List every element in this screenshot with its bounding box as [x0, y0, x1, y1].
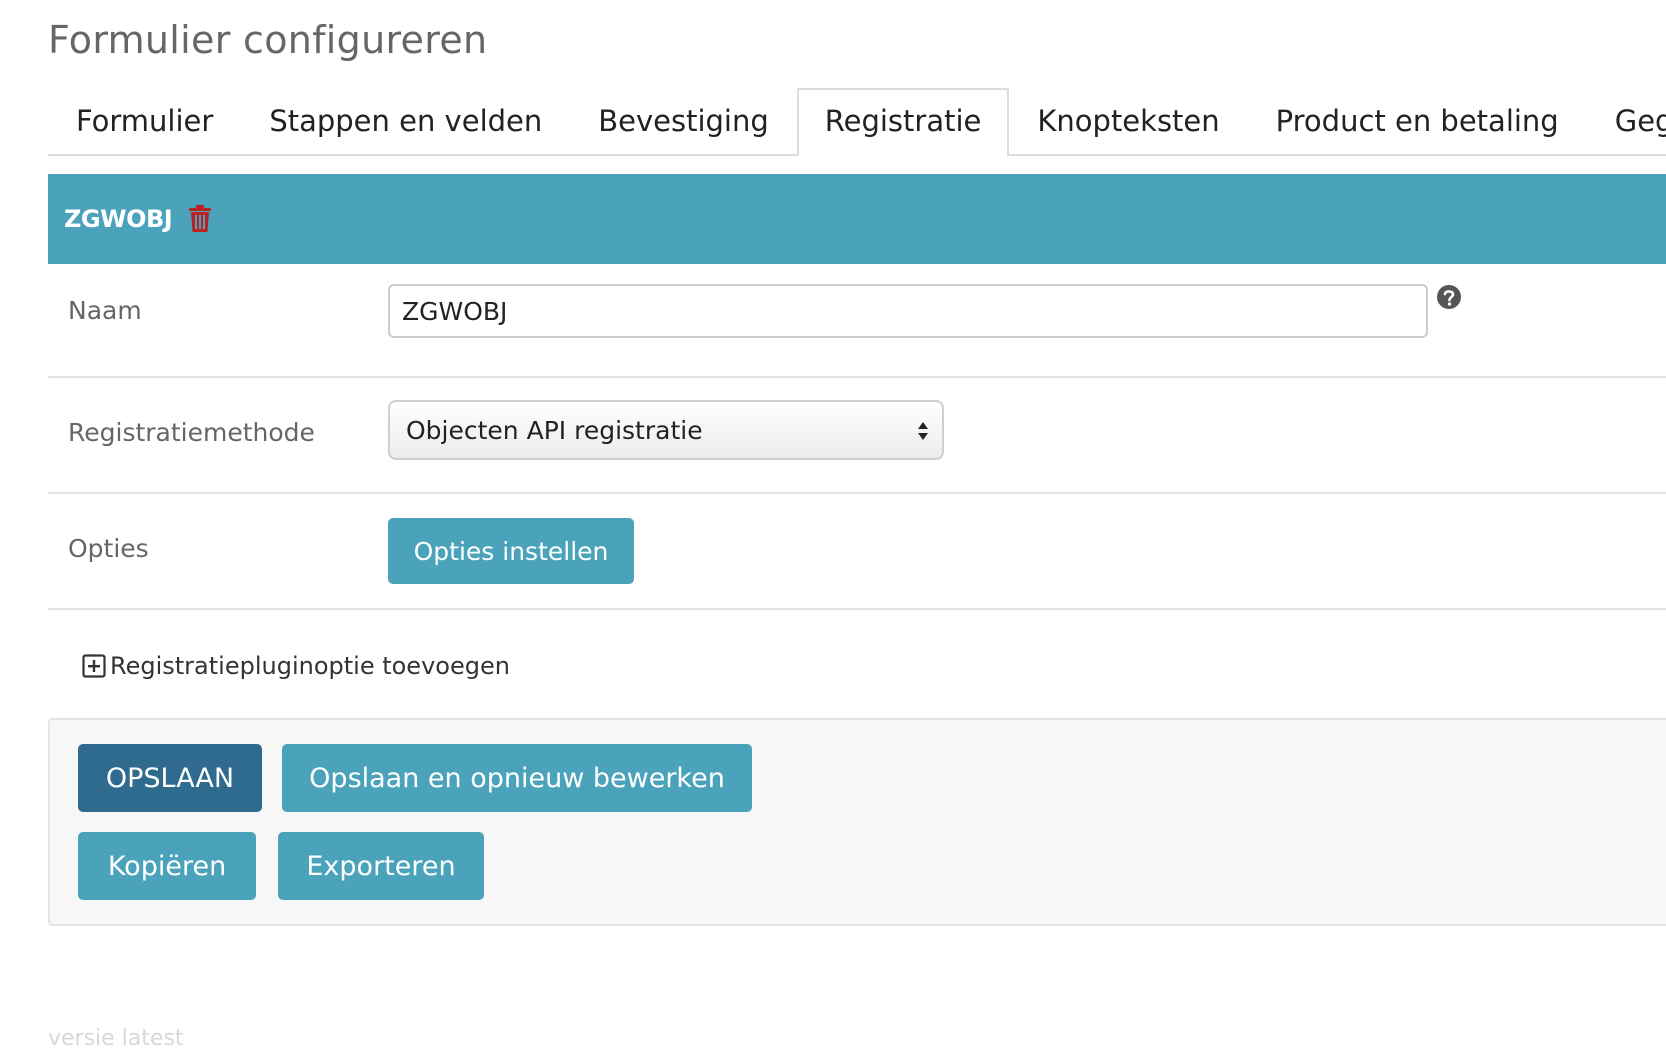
- tab-knopteksten[interactable]: Knopteksten: [1009, 88, 1247, 154]
- add-registration-option-link[interactable]: Registratiepluginoptie toevoegen: [82, 652, 510, 680]
- method-select-value: Objecten API registratie: [406, 415, 703, 445]
- configure-options-button[interactable]: Opties instellen: [388, 518, 634, 584]
- copy-button[interactable]: Kopiëren: [78, 832, 256, 900]
- question-circle-icon[interactable]: [1436, 284, 1462, 310]
- export-button[interactable]: Exporteren: [278, 832, 484, 900]
- save-and-continue-button[interactable]: Opslaan en opnieuw bewerken: [282, 744, 752, 812]
- registration-title: ZGWOBJ: [64, 205, 173, 233]
- name-label: Naam: [68, 296, 142, 325]
- name-input[interactable]: [388, 284, 1428, 338]
- tab-product-en-betaling[interactable]: Product en betaling: [1248, 88, 1587, 154]
- trash-icon[interactable]: [188, 205, 212, 233]
- tab-registratie[interactable]: Registratie: [796, 88, 1010, 156]
- tab-bar: Formulier Stappen en velden Bevestiging …: [48, 88, 1666, 156]
- add-registration-option-label: Registratiepluginoptie toevoegen: [110, 652, 510, 680]
- options-label: Opties: [68, 534, 149, 563]
- name-row: Naam: [48, 264, 1666, 378]
- method-select[interactable]: Objecten API registratie: [388, 400, 944, 460]
- select-arrows-icon: [916, 418, 930, 444]
- page-title: Formulier configureren: [48, 18, 488, 62]
- tab-stappen-en-velden[interactable]: Stappen en velden: [241, 88, 570, 154]
- plus-square-icon: [82, 654, 106, 678]
- version-label: versie latest: [48, 1026, 184, 1051]
- options-row: Opties Opties instellen: [48, 494, 1666, 610]
- registration-header: ZGWOBJ: [48, 174, 1666, 264]
- tab-formulier[interactable]: Formulier: [48, 88, 241, 154]
- method-row: Registratiemethode Objecten API registra…: [48, 378, 1666, 494]
- save-button[interactable]: OPSLAAN: [78, 744, 262, 812]
- tab-bevestiging[interactable]: Bevestiging: [570, 88, 797, 154]
- submit-row: OPSLAAN Opslaan en opnieuw bewerken Kopi…: [48, 718, 1666, 926]
- method-label: Registratiemethode: [68, 418, 315, 447]
- tab-gegevens[interactable]: Gegeve: [1587, 88, 1666, 154]
